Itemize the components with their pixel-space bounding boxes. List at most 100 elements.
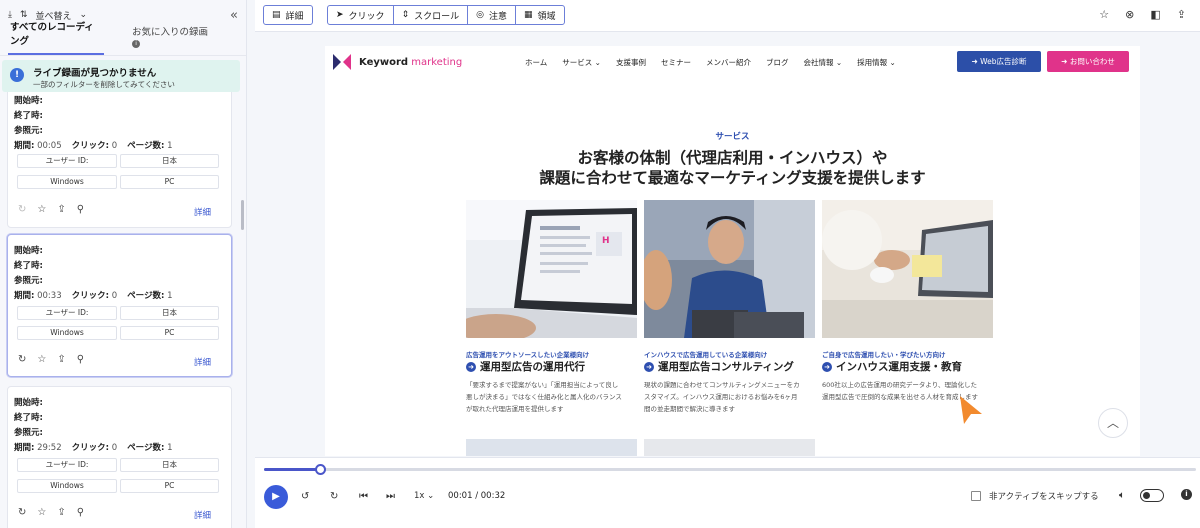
nav-item-services[interactable]: サービス ⌄ — [562, 57, 601, 68]
pages-value: 1 — [167, 291, 173, 301]
detail-link[interactable]: 詳細 — [194, 206, 211, 218]
replay-icon[interactable]: ↻ — [18, 507, 26, 518]
tag-icon[interactable]: ⊗ — [1125, 8, 1134, 21]
service-3-title[interactable]: ➜ インハウス運用支援・教育 — [822, 359, 962, 374]
skip-inactivity-option[interactable]: 非アクティブをスキップする — [971, 490, 1099, 502]
start-time-label: 開始時: — [14, 246, 43, 256]
nav-item-blog[interactable]: ブログ — [766, 57, 789, 68]
user-id-pill: ユーザー ID: — [17, 306, 117, 320]
share-icon[interactable]: ⇪ — [57, 507, 65, 518]
collapse-sidebar-icon[interactable]: « — [230, 8, 238, 23]
sidebar-tabs: すべてのレコーディング お気に入りの録画 i — [0, 22, 246, 56]
sidebar-scrollbar[interactable] — [241, 200, 244, 230]
country-pill: 日本 — [120, 154, 219, 168]
user-icon[interactable]: ⚲ — [77, 507, 84, 518]
service-1-description: 「要求するまで提案がない」「運用担当によって良し 悪しが決まる」ではなく仕組み化… — [466, 379, 622, 415]
web-ad-diagnosis-label: Web広告診断 — [980, 57, 1027, 66]
detail-link[interactable]: 詳細 — [194, 356, 211, 368]
site-logo[interactable]: Keyword marketing — [333, 54, 462, 70]
user-icon[interactable]: ⚲ — [77, 354, 84, 365]
tab-favorite-recordings[interactable]: お気に入りの録画 i — [130, 24, 212, 55]
chevron-down-icon: ⌄ — [889, 58, 896, 67]
next-row-image — [644, 439, 815, 456]
service-image-3 — [822, 200, 993, 338]
duration-label: 期間: — [14, 291, 35, 301]
nav-item-seminar[interactable]: セミナー — [661, 57, 691, 68]
replay-icon[interactable]: ↻ — [18, 204, 26, 215]
user-icon[interactable]: ⚲ — [77, 204, 84, 215]
nav-item-members[interactable]: メンバー紹介 — [706, 57, 751, 68]
duration-value: 29:52 — [37, 443, 62, 453]
pages-label: ページ数: — [127, 291, 165, 301]
previous-page-icon[interactable]: ⏮ — [359, 491, 368, 502]
scroll-icon: ⇕ — [401, 10, 410, 20]
pages-value: 1 — [167, 141, 173, 151]
contact-button[interactable]: ➜ お問い合わせ — [1047, 51, 1129, 72]
arrow-right-icon: ➜ — [466, 361, 476, 372]
clicks-label: クリック: — [71, 443, 110, 453]
note-icon[interactable]: ◧ — [1150, 8, 1160, 21]
volume-icon[interactable]: 🔈︎ — [1119, 490, 1125, 501]
arrow-right-icon: ➜ — [1061, 57, 1068, 66]
star-icon[interactable]: ☆ — [37, 354, 46, 365]
heatmap-mode-group: ➤ クリック ⇕ スクロール ◎ 注意 ▦ 領域 — [327, 5, 565, 25]
next-page-icon[interactable]: ⏭ — [386, 491, 395, 502]
click-mode-button[interactable]: ➤ クリック — [328, 6, 394, 24]
forward-icon[interactable]: ↻ — [330, 491, 338, 502]
tab-all-recordings[interactable]: すべてのレコーディング — [8, 19, 105, 55]
playback-timeline[interactable] — [264, 464, 1196, 475]
skip-inactivity-label: 非アクティブをスキップする — [989, 492, 1099, 502]
rewind-icon[interactable]: ↺ — [301, 491, 309, 502]
end-time-label: 終了時: — [14, 111, 43, 121]
playback-speed-select[interactable]: 1x ⌄ — [414, 491, 434, 501]
nav-item-cases[interactable]: 支援事例 — [616, 57, 646, 68]
recording-stats: 期間: 00:05 クリック: 0 ページ数: 1 — [14, 139, 173, 151]
recording-card[interactable]: 開始時: 終了時: 参照元: 期間: 00:05 クリック: 0 ページ数: 1… — [7, 76, 232, 228]
service-1-title[interactable]: ➜ 運用型広告の運用代行 — [466, 359, 585, 374]
replay-icon[interactable]: ↻ — [18, 354, 26, 365]
service-1-tag: 広告運用をアウトソースしたい企業様向け — [466, 351, 590, 359]
star-icon[interactable]: ☆ — [37, 204, 46, 215]
nav-item-company[interactable]: 会社情報 ⌄ — [803, 57, 842, 68]
recording-stats: 期間: 29:52 クリック: 0 ページ数: 1 — [14, 441, 173, 453]
duration-value: 00:33 — [37, 291, 62, 301]
recording-card[interactable]: 開始時: 終了時: 参照元: 期間: 29:52 クリック: 0 ページ数: 1… — [7, 386, 232, 528]
star-icon[interactable]: ☆ — [1099, 8, 1109, 21]
detail-link[interactable]: 詳細 — [194, 509, 211, 521]
info-icon[interactable]: i — [1181, 489, 1192, 500]
recording-card[interactable]: 開始時: 終了時: 参照元: 期間: 00:33 クリック: 0 ページ数: 1… — [7, 234, 232, 377]
service-3-tag: ご自身で広告運用したい・学びたい方向け — [822, 351, 946, 359]
pages-label: ページ数: — [127, 141, 165, 151]
referrer-label: 参照元: — [14, 126, 43, 136]
timeline-scrubber[interactable] — [314, 464, 326, 475]
area-mode-label: 領域 — [537, 11, 556, 22]
share-icon[interactable]: ⇪ — [1177, 8, 1186, 21]
scroll-mode-button[interactable]: ⇕ スクロール — [394, 6, 469, 24]
share-icon[interactable]: ⇪ — [57, 354, 65, 365]
info-icon[interactable]: i — [132, 39, 141, 48]
study-photo-illustration — [822, 200, 993, 338]
star-icon[interactable]: ☆ — [37, 507, 46, 518]
recording-viewport: Keyword marketing ホーム サービス ⌄ 支援事例 セミナー メ… — [325, 46, 1140, 456]
chevron-down-icon: ⌄ — [594, 58, 601, 67]
play-button[interactable]: ▶ — [264, 485, 288, 509]
service-2-title[interactable]: ➜ 運用型広告コンサルティング — [644, 359, 794, 374]
skip-inactivity-checkbox[interactable] — [971, 491, 981, 501]
attention-mode-button[interactable]: ◎ 注意 — [468, 6, 516, 24]
nav-item-home[interactable]: ホーム — [525, 57, 547, 68]
back-to-top-button[interactable]: ︿ — [1098, 408, 1128, 438]
detail-button[interactable]: ▤ 詳細 — [264, 6, 312, 24]
chevron-down-icon: ⌄ — [427, 491, 435, 501]
area-mode-button[interactable]: ▦ 領域 — [516, 6, 564, 24]
end-time-label: 終了時: — [14, 261, 43, 271]
os-pill: Windows — [17, 175, 117, 189]
start-time-label: 開始時: — [14, 96, 43, 106]
service-1-desc-line: が取れた代理店運用を提供します — [466, 405, 564, 413]
share-icon[interactable]: ⇪ — [57, 204, 65, 215]
user-id-pill: ユーザー ID: — [17, 458, 117, 472]
headline-line-1: お客様の体制（代理店利用・インハウス）や — [577, 149, 888, 167]
device-pill: PC — [120, 479, 219, 493]
web-ad-diagnosis-button[interactable]: ➜ Web広告診断 — [957, 51, 1041, 72]
auto-play-toggle[interactable] — [1140, 489, 1164, 502]
nav-item-recruit[interactable]: 採用情報 ⌄ — [857, 57, 896, 68]
